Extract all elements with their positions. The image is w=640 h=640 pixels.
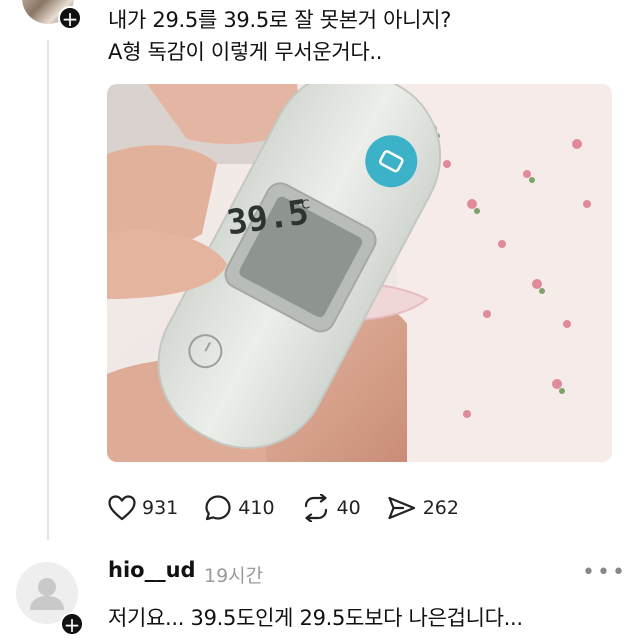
comment-button[interactable]: 410 — [204, 494, 275, 522]
heart-icon — [108, 495, 136, 521]
reply-timestamp: 19시간 — [204, 565, 264, 587]
comment-icon — [205, 495, 231, 521]
thread-line — [47, 40, 49, 540]
more-options-icon[interactable]: ••• — [582, 560, 627, 585]
post-actions: 931 410 40 262 — [108, 490, 485, 526]
thermometer-unit: °C — [294, 197, 310, 213]
comment-count: 410 — [238, 497, 275, 519]
thermometer-photo: 39.5 °C — [107, 84, 612, 462]
reply-username[interactable]: hio__ud — [108, 558, 196, 582]
reply-follow-plus-icon[interactable]: + — [60, 612, 84, 636]
repost-count: 40 — [336, 497, 361, 519]
repost-button[interactable]: 40 — [301, 494, 361, 522]
send-icon — [388, 496, 415, 520]
reply-text: 저기요... 39.5도인게 29.5도보다 나은겁니다... — [108, 606, 523, 630]
share-count: 262 — [422, 497, 459, 519]
repost-icon — [304, 494, 327, 522]
post-text-line-1: 내가 29.5를 39.5로 잘 못본거 아니지? — [108, 8, 452, 32]
post-text-line-2: A형 독감이 이렇게 무서운거다.. — [108, 40, 383, 64]
like-button[interactable]: 931 — [108, 495, 178, 521]
follow-plus-icon[interactable]: + — [58, 6, 82, 30]
post-body: 내가 29.5를 39.5로 잘 못본거 아니지? A형 독감이 이렇게 무서운… — [108, 4, 628, 68]
like-count: 931 — [142, 497, 179, 519]
share-button[interactable]: 262 — [387, 495, 459, 521]
post-photo[interactable]: 39.5 °C — [107, 84, 612, 462]
